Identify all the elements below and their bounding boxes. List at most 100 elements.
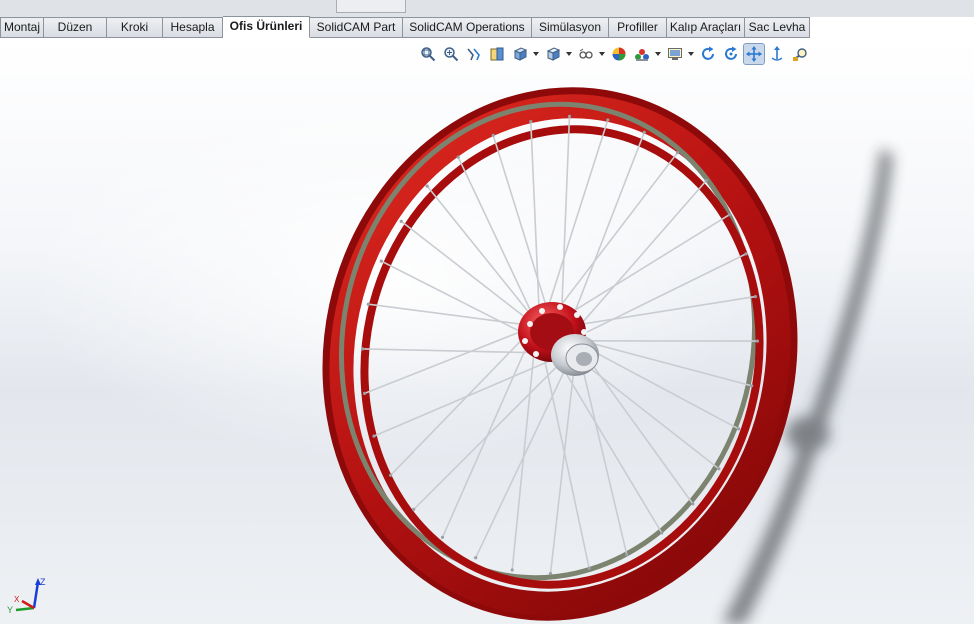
spoke <box>530 121 541 318</box>
apply-scene-dropdown[interactable] <box>655 44 661 64</box>
graphics-area[interactable]: Z Y X <box>0 39 974 624</box>
tab-profiller[interactable]: Profiller <box>609 17 667 38</box>
spoke <box>578 353 628 555</box>
previous-view-icon <box>467 48 480 61</box>
spoke-nipple <box>456 155 460 159</box>
wheel-model-scene[interactable] <box>0 39 974 624</box>
hide-show-items-button[interactable] <box>576 44 596 64</box>
apply-scene-icon <box>635 49 649 61</box>
z-axis <box>32 581 40 609</box>
zoom-to-fit-icon <box>421 47 436 62</box>
spoke-nipple <box>642 130 646 134</box>
spoke <box>544 119 609 318</box>
heads-up-view-toolbar <box>418 43 813 65</box>
spoke-nipple <box>625 553 629 557</box>
tab-solidcam-part[interactable]: SolidCAM Part <box>310 17 403 38</box>
spoke-nipple <box>755 339 760 343</box>
spoke <box>565 132 646 336</box>
edit-appearance-button[interactable] <box>609 44 629 64</box>
reference-triad: Z Y X <box>7 577 46 615</box>
y-axis-label: Y <box>7 605 13 615</box>
z-axis-label: Z <box>40 577 46 587</box>
toolbar-flyout-handle[interactable] <box>336 0 406 13</box>
tab-solidcam-operations[interactable]: SolidCAM Operations <box>403 17 532 38</box>
spoke-nipple <box>548 572 553 576</box>
spoke-nipple <box>744 252 748 256</box>
spoke-nipple <box>717 467 721 471</box>
view-orientation-icon <box>513 47 528 61</box>
rotate-view-button[interactable] <box>698 44 718 64</box>
zoom-to-fit-button[interactable] <box>418 44 438 64</box>
spoke-nipple <box>606 118 610 122</box>
spoke-nipple <box>704 179 708 183</box>
spoke-nipple <box>474 556 478 560</box>
view-orientation-dropdown[interactable] <box>533 44 539 64</box>
display-style-icon <box>546 47 561 61</box>
zoom-in-out-button[interactable] <box>790 44 810 64</box>
tab-duzen[interactable]: Düzen <box>44 17 107 38</box>
view-settings-icon <box>668 48 682 60</box>
rotate-about-button[interactable] <box>721 44 741 64</box>
apply-scene-button[interactable] <box>632 44 652 64</box>
spoke-nipple <box>425 184 429 188</box>
view-settings-button[interactable] <box>665 44 685 64</box>
tab-kroki[interactable]: Kroki <box>107 17 163 38</box>
chevron-down-icon <box>688 52 694 56</box>
zoom-in-out-icon <box>793 48 807 61</box>
zoom-to-area-button[interactable] <box>441 44 461 64</box>
solidworks-window: Montaj Düzen Kroki Hesapla Ofis Ürünleri… <box>0 0 974 624</box>
tab-hesapla[interactable]: Hesapla <box>163 17 223 38</box>
x-axis <box>21 599 35 610</box>
spoke <box>368 303 527 326</box>
x-axis-label: X <box>14 595 20 604</box>
view-orientation-button[interactable] <box>510 44 530 64</box>
spoke-nipple <box>660 531 664 535</box>
spoke-nipple <box>379 259 383 263</box>
hide-show-items-dropdown[interactable] <box>599 44 605 64</box>
section-view-button[interactable] <box>487 44 507 64</box>
chevron-down-icon <box>566 52 572 56</box>
spoke-nipple <box>737 427 741 431</box>
display-style-dropdown[interactable] <box>566 44 572 64</box>
spoke-nipple <box>399 219 403 223</box>
spoke-nipple <box>587 566 591 571</box>
spoke-nipple <box>389 473 393 477</box>
tab-ofis-urunleri[interactable]: Ofis Ürünleri <box>223 16 310 38</box>
spoke-nipple <box>361 347 365 351</box>
spoke-nipple <box>727 213 732 217</box>
spoke-nipple <box>412 507 416 511</box>
rotate-about-icon <box>725 46 737 60</box>
spoke-nipple <box>691 502 695 506</box>
wheel-axle <box>551 334 599 376</box>
previous-view-button[interactable] <box>464 44 484 64</box>
edit-appearance-icon <box>612 47 626 61</box>
spoke <box>413 358 566 510</box>
rotate-view-icon <box>702 46 714 60</box>
zoom-to-area-icon <box>444 47 459 62</box>
y-axis <box>15 606 35 612</box>
up-direction-icon <box>771 46 783 61</box>
pan-icon <box>746 46 762 62</box>
spoke-nipple <box>491 133 495 137</box>
tab-sac-levha[interactable]: Sac Levha <box>745 17 810 38</box>
tab-montaj[interactable]: Montaj <box>0 17 44 38</box>
spoke-nipple <box>753 295 758 299</box>
tab-kalip-araclari[interactable]: Kalıp Araçları <box>667 17 745 38</box>
up-direction-button[interactable] <box>767 44 787 64</box>
chevron-down-icon <box>655 52 661 56</box>
section-view-icon <box>490 47 504 61</box>
spoke <box>373 355 561 437</box>
spoke <box>575 253 747 339</box>
view-settings-dropdown[interactable] <box>688 44 694 64</box>
pan-button[interactable] <box>743 43 765 65</box>
command-manager-tabs: Montaj Düzen Kroki Hesapla Ofis Ürünleri… <box>0 16 810 38</box>
spoke <box>552 214 730 325</box>
spoke-nipple <box>363 391 367 395</box>
chevron-down-icon <box>599 52 605 56</box>
spoke-nipple <box>372 434 376 438</box>
display-style-button[interactable] <box>543 44 563 64</box>
spoke-nipple <box>440 535 445 539</box>
top-toolbar-strip <box>0 0 974 18</box>
spoke-nipple <box>750 384 754 388</box>
tab-simulasyon[interactable]: Simülasyon <box>532 17 609 38</box>
